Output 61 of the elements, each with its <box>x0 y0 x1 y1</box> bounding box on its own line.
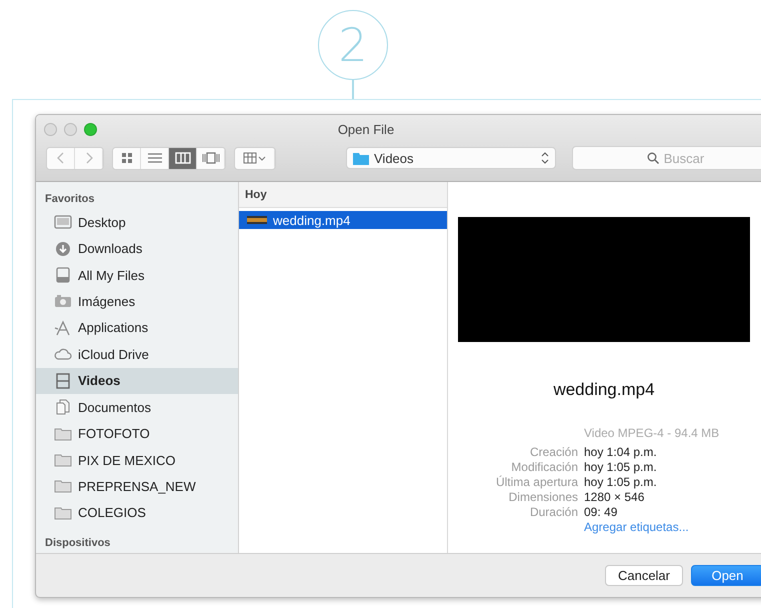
view-mode-button[interactable] <box>169 148 197 168</box>
detail-label: Creación <box>528 445 578 459</box>
detail-label: Dimensiones <box>508 490 578 504</box>
step-number: 2 <box>318 10 388 80</box>
cancel-button[interactable]: Cancelar <box>604 565 683 586</box>
detail-label: Última apertura <box>494 475 578 489</box>
sidebar-item[interactable]: PIX DE MEXICO <box>36 446 238 474</box>
zoom-button[interactable] <box>84 122 97 136</box>
file-row[interactable]: wedding.mp4 <box>239 211 447 229</box>
sidebar-item[interactable]: All My Files <box>36 262 238 288</box>
detail-value: hoy 1:04 p.m. <box>584 445 658 459</box>
sidebar-item[interactable]: Videos <box>36 368 238 394</box>
window-title: Open File <box>336 122 396 136</box>
file-summary: Video MPEG-4 - 94.4 MB <box>584 426 720 440</box>
sidebar-section-title: Favoritos <box>44 192 96 207</box>
documents-icon <box>54 399 72 416</box>
folder-icon <box>54 426 72 442</box>
sidebar-item[interactable]: Desktop <box>36 209 238 236</box>
cover-flow-icon <box>202 152 220 164</box>
column-view-icon <box>174 152 190 164</box>
grid-caret-icon <box>242 152 266 164</box>
sidebar-item[interactable]: FOTOFOTO <box>36 420 238 447</box>
folder-icon <box>54 478 72 494</box>
view-mode-button[interactable] <box>113 148 141 168</box>
sidebar-item[interactable]: Downloads <box>36 235 238 262</box>
detail-value: 1280 × 546 <box>584 490 646 504</box>
drawer-icon <box>54 267 72 284</box>
sidebar-item[interactable]: iCloud Drive <box>36 341 238 368</box>
sidebar-item[interactable]: PREPRENSA_NEW <box>36 473 238 500</box>
detail-value: hoy 1:05 p.m. <box>584 475 658 489</box>
detail-label: Duración <box>528 505 578 519</box>
stepper-icon <box>541 152 549 164</box>
list-view-icon <box>148 152 162 164</box>
camera-icon <box>54 293 72 310</box>
folder-icon <box>353 152 369 164</box>
folder-icon <box>54 504 72 521</box>
search-field[interactable]: Buscar <box>572 146 761 170</box>
sidebar-item[interactable]: Applications <box>36 314 238 342</box>
location-dropdown[interactable]: Videos <box>346 147 556 169</box>
sidebar-item[interactable]: COLEGIOS <box>36 500 238 526</box>
open-button[interactable]: Open <box>691 565 761 586</box>
preview-file-name: wedding.mp4 <box>552 380 656 400</box>
download-icon <box>54 240 72 257</box>
film-icon <box>54 372 72 389</box>
desktop-icon <box>54 214 72 230</box>
detail-value: hoy 1:05 p.m. <box>584 460 658 474</box>
search-icon <box>647 152 659 164</box>
sidebar-item[interactable]: Imágenes <box>36 288 238 315</box>
detail-label: Modificación <box>510 460 578 474</box>
apps-icon <box>54 320 72 336</box>
video-file-icon <box>247 216 267 224</box>
cloud-icon <box>54 346 72 362</box>
folder-icon <box>54 452 72 468</box>
detail-value: 09: 49 <box>584 505 618 519</box>
column-header: Hoy <box>239 182 447 208</box>
chevron-right-icon <box>84 152 92 164</box>
add-tags-link[interactable]: Agregar etiquetas... <box>584 520 761 534</box>
sidebar-section-title: Dispositivos <box>44 536 112 552</box>
icon-view-icon <box>120 152 132 164</box>
sidebar-item[interactable]: Documentos <box>36 394 238 420</box>
chevron-left-icon <box>56 152 64 164</box>
